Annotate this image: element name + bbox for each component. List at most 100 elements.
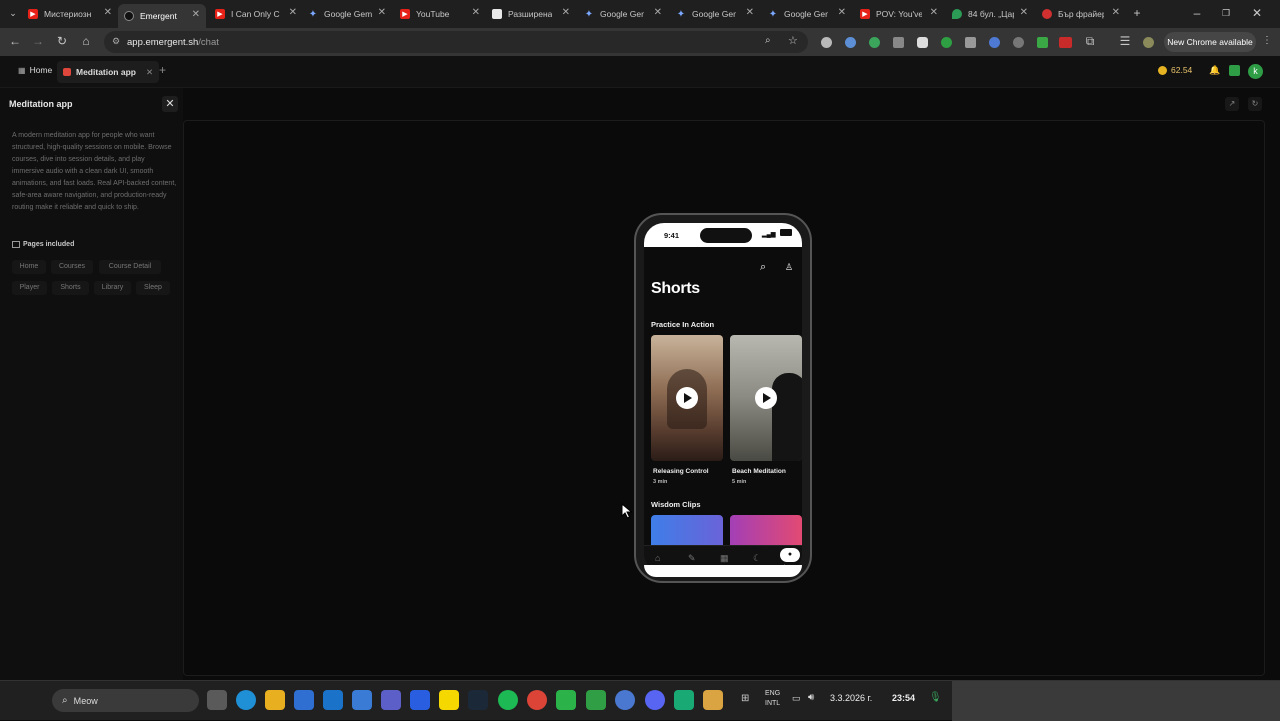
teams-icon[interactable]	[381, 690, 401, 710]
extensions-puzzle-icon[interactable]: ⧉	[1083, 34, 1097, 48]
new-chrome-available-button[interactable]: New Chrome available	[1164, 32, 1256, 52]
browser-tab-2[interactable]: Emergent ✕	[118, 4, 206, 28]
short-card[interactable]	[730, 335, 802, 461]
close-tab-icon[interactable]: ✕	[378, 7, 386, 18]
open-external-icon[interactable]: ↗	[1225, 97, 1239, 111]
play-icon[interactable]	[676, 387, 698, 409]
chrome-menu-icon[interactable]: ⋮	[1260, 34, 1274, 48]
nav-home-icon[interactable]: ⌂	[655, 553, 660, 563]
address-bar[interactable]: ⚙ app.emergent.sh/chat ⌕ ☆	[104, 31, 808, 53]
close-sidebar-button[interactable]: ✕	[162, 96, 178, 112]
close-project-tab-icon[interactable]: ✕	[146, 67, 153, 78]
store-icon[interactable]	[294, 690, 314, 710]
bell-icon[interactable]: 🔔	[1209, 65, 1220, 76]
page-chip-shorts[interactable]: Shorts	[52, 281, 89, 295]
taskbar-search[interactable]: ⌕ Меоw	[52, 689, 199, 712]
extension-7-icon[interactable]	[965, 37, 976, 48]
page-chip-home[interactable]: Home	[12, 260, 46, 274]
app-shield-icon[interactable]	[586, 690, 606, 710]
browser-tab-10[interactable]: ▶ POV: You've ✕	[860, 4, 940, 24]
home-icon[interactable]: ⌂	[79, 34, 93, 48]
close-tab-icon[interactable]: ✕	[1112, 7, 1120, 18]
qbittorrent-icon[interactable]	[615, 690, 635, 710]
close-tab-icon[interactable]: ✕	[746, 7, 754, 18]
play-icon[interactable]	[755, 387, 777, 409]
network-icon[interactable]: ▭	[792, 693, 801, 704]
app-tab-project[interactable]: Meditation app ✕	[57, 61, 160, 83]
profile-icon[interactable]	[1143, 37, 1154, 48]
extension-2-icon[interactable]	[845, 37, 856, 48]
sticky-notes-icon[interactable]	[439, 690, 459, 710]
page-chip-courses[interactable]: Courses	[51, 260, 93, 274]
extension-3-icon[interactable]	[869, 37, 880, 48]
browser-tab-9[interactable]: ✦ Google Gem ✕	[768, 4, 848, 24]
extension-8-icon[interactable]	[989, 37, 1000, 48]
app-orange-icon[interactable]	[703, 690, 723, 710]
new-tab-icon[interactable]: +	[1130, 6, 1144, 20]
restore-icon[interactable]: ❐	[1219, 6, 1233, 20]
nav-sleep-icon[interactable]: ☾	[753, 553, 761, 564]
bookmark-star-icon[interactable]: ☆	[788, 34, 798, 47]
edge-icon[interactable]	[236, 690, 256, 710]
grammarly-icon[interactable]	[941, 37, 952, 48]
close-tab-icon[interactable]: ✕	[472, 7, 480, 18]
task-view-icon[interactable]	[207, 690, 227, 710]
volume-icon[interactable]: 🔊︎	[808, 692, 814, 703]
app-c-icon[interactable]	[410, 690, 430, 710]
close-tab-icon[interactable]: ✕	[104, 7, 112, 18]
reload-icon[interactable]: ↻	[55, 34, 69, 48]
browser-tab-7[interactable]: ✦ Google Gem ✕	[584, 4, 664, 24]
page-chip-course-detail[interactable]: Course Detail	[99, 260, 161, 274]
spotify-icon[interactable]	[498, 690, 518, 710]
short-card[interactable]	[651, 335, 723, 461]
forward-icon[interactable]: →	[31, 34, 45, 48]
nav-library-icon[interactable]: ▦	[720, 553, 729, 564]
search-icon[interactable]: ⌕	[760, 261, 766, 274]
app-green-icon[interactable]	[674, 690, 694, 710]
browser-tab-3[interactable]: ▶ I Can Only C ✕	[215, 4, 299, 24]
back-icon[interactable]: ←	[8, 34, 22, 48]
close-tab-icon[interactable]: ✕	[930, 7, 938, 18]
browser-tab-12[interactable]: Бър фрайер ✕	[1042, 4, 1122, 24]
tray-time[interactable]: 23:54	[892, 693, 915, 703]
chrome-icon[interactable]	[527, 690, 547, 710]
window-close-icon[interactable]: ✕	[1250, 6, 1264, 20]
minimize-icon[interactable]: –	[1190, 6, 1204, 20]
page-chip-sleep[interactable]: Sleep	[136, 281, 170, 295]
adblock-icon[interactable]	[1059, 37, 1072, 48]
outlook-icon[interactable]	[323, 690, 343, 710]
browser-tab-1[interactable]: ▶ Мистериозн ✕	[28, 4, 114, 24]
nav-courses-icon[interactable]: ✎	[688, 553, 696, 564]
close-tab-icon[interactable]: ✕	[654, 7, 662, 18]
zoom-icon[interactable]: ⌕	[765, 35, 771, 46]
discord-icon[interactable]	[645, 690, 665, 710]
tray-date[interactable]: 3.3.2026 г.	[830, 693, 872, 703]
close-tab-icon[interactable]: ✕	[289, 7, 297, 18]
close-tab-icon[interactable]: ✕	[192, 9, 200, 20]
site-info-icon[interactable]: ⚙	[112, 36, 120, 47]
browser-tab-11[interactable]: 84 бул. „Цар ✕	[952, 4, 1030, 24]
page-chip-player[interactable]: Player	[12, 281, 47, 295]
close-tab-icon[interactable]: ✕	[1020, 7, 1028, 18]
remote-desktop-icon[interactable]	[352, 690, 372, 710]
input-language[interactable]: ENG INTL	[765, 689, 780, 709]
tray-overflow-icon[interactable]: ⊞	[741, 693, 749, 704]
steam-icon[interactable]	[468, 690, 488, 710]
profile-icon[interactable]: ♙	[785, 262, 793, 273]
close-tab-icon[interactable]: ✕	[838, 7, 846, 18]
microphone-icon[interactable]: 🎙︎	[929, 692, 942, 703]
add-tab-icon[interactable]: +	[159, 63, 166, 77]
shield-extension-icon[interactable]	[917, 37, 928, 48]
extension-4-icon[interactable]	[893, 37, 904, 48]
browser-tab-5[interactable]: ▶ YouTube ✕	[400, 4, 482, 24]
refresh-preview-icon[interactable]: ↻	[1248, 97, 1262, 111]
app-tab-home[interactable]: ▦ Home	[18, 65, 52, 75]
close-tab-icon[interactable]: ✕	[562, 7, 570, 18]
tab-search-chevron-icon[interactable]: ⌄	[6, 6, 20, 20]
browser-tab-4[interactable]: ✦ Google Gem ✕	[308, 4, 388, 24]
file-explorer-icon[interactable]	[265, 690, 285, 710]
browser-tab-8[interactable]: ✦ Google Gem ✕	[676, 4, 756, 24]
kick-icon[interactable]	[556, 690, 576, 710]
gift-icon[interactable]	[1229, 65, 1240, 76]
page-chip-library[interactable]: Library	[94, 281, 131, 295]
